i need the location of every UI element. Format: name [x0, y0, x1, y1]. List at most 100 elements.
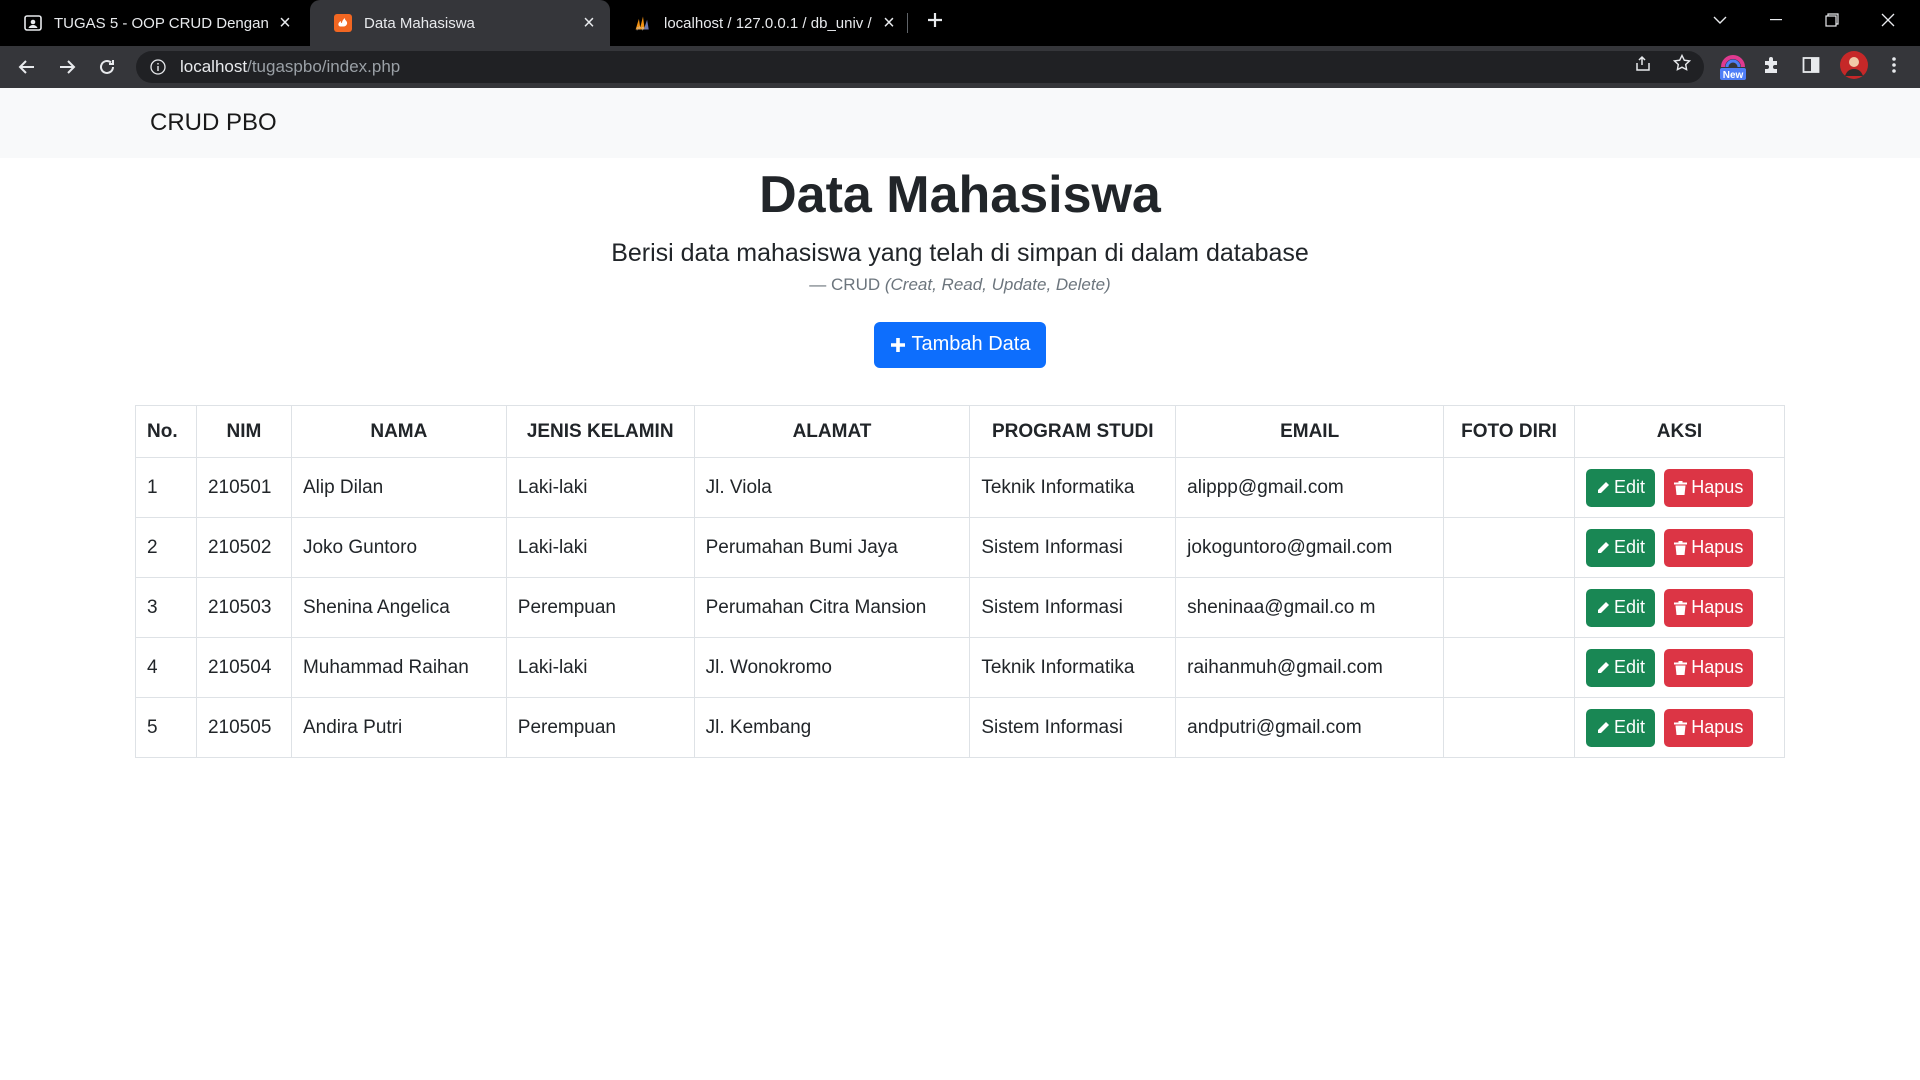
trash-icon: [1674, 540, 1688, 555]
cell-email: alippp@gmail.com: [1175, 457, 1445, 518]
svg-text:php: php: [636, 26, 644, 31]
reload-button[interactable]: [91, 51, 123, 83]
cell-program-studi: Sistem Informasi: [969, 697, 1177, 758]
cell-aksi: Edit Hapus: [1573, 517, 1786, 578]
bookmark-star-icon[interactable]: [1672, 53, 1692, 72]
delete-label: Hapus: [1691, 657, 1744, 677]
codeigniter-icon: [334, 14, 352, 32]
cell-nama: Muhammad Raihan: [290, 637, 507, 698]
tab-data-mahasiswa[interactable]: Data Mahasiswa ×: [310, 0, 610, 46]
tab-phpmyadmin[interactable]: php localhost / 127.0.0.1 / db_univ / t …: [610, 0, 910, 46]
cell-alamat: Perumahan Citra Mansion: [693, 577, 971, 638]
edit-button[interactable]: Edit: [1585, 588, 1655, 627]
navbar-brand[interactable]: CRUD PBO: [150, 109, 277, 137]
delete-button[interactable]: Hapus: [1664, 528, 1754, 567]
cell-jenis-kelamin: Perempuan: [505, 577, 695, 638]
delete-button[interactable]: Hapus: [1664, 708, 1754, 747]
edit-label: Edit: [1613, 477, 1645, 497]
table-row: 4 210504 Muhammad Raihan Laki-laki Jl. W…: [135, 637, 1786, 698]
table-row: 1 210501 Alip Dilan Laki-laki Jl. Viola …: [135, 457, 1786, 518]
cell-no: 2: [135, 517, 197, 578]
cell-aksi: Edit Hapus: [1573, 457, 1786, 518]
cell-jenis-kelamin: Laki-laki: [505, 637, 695, 698]
delete-button[interactable]: Hapus: [1664, 588, 1754, 627]
col-header-alamat: ALAMAT: [693, 405, 971, 458]
tab-tugas5[interactable]: TUGAS 5 - OOP CRUD Dengan PHP ×: [0, 0, 306, 46]
tab-title: TUGAS 5 - OOP CRUD Dengan PHP: [54, 14, 268, 32]
page-content: CRUD PBO Data Mahasiswa Berisi data maha…: [0, 88, 1920, 1080]
col-header-no: No.: [135, 405, 197, 458]
close-window-button[interactable]: [1860, 0, 1916, 40]
cell-foto-diri: [1443, 457, 1575, 518]
page-header: Data Mahasiswa Berisi data mahasiswa yan…: [0, 166, 1920, 368]
forward-button[interactable]: [51, 51, 83, 83]
cell-no: 1: [135, 457, 197, 518]
blockquote-footer: — CRUD (Creat, Read, Update, Delete): [0, 275, 1920, 295]
edit-label: Edit: [1613, 717, 1645, 737]
tab-search-button[interactable]: [1692, 0, 1748, 40]
cell-no: 4: [135, 637, 197, 698]
pencil-icon: [1597, 661, 1609, 673]
close-tab-icon[interactable]: ×: [276, 13, 294, 33]
profile-avatar[interactable]: [1840, 51, 1868, 79]
delete-button[interactable]: Hapus: [1664, 648, 1754, 687]
table-body: 1 210501 Alip Dilan Laki-laki Jl. Viola …: [135, 457, 1786, 758]
edit-label: Edit: [1613, 657, 1645, 677]
delete-label: Hapus: [1691, 537, 1744, 557]
cell-nim: 210503: [195, 577, 292, 638]
cell-alamat: Jl. Wonokromo: [693, 637, 971, 698]
cell-foto-diri: [1443, 697, 1575, 758]
edit-button[interactable]: Edit: [1585, 468, 1655, 507]
back-button[interactable]: [11, 51, 43, 83]
pencil-icon: [1597, 601, 1609, 613]
cell-aksi: Edit Hapus: [1573, 577, 1786, 638]
restore-button[interactable]: [1804, 0, 1860, 40]
col-header-nama: NAMA: [290, 405, 507, 458]
table-row: 5 210505 Andira Putri Perempuan Jl. Kemb…: [135, 697, 1786, 758]
phpmyadmin-icon: php: [634, 14, 652, 32]
delete-button[interactable]: Hapus: [1664, 468, 1754, 507]
col-header-aksi: AKSI: [1573, 405, 1786, 458]
edit-button[interactable]: Edit: [1585, 528, 1655, 567]
delete-label: Hapus: [1691, 597, 1744, 617]
cell-no: 3: [135, 577, 197, 638]
tab-title: localhost / 127.0.0.1 / db_univ / t: [664, 14, 872, 32]
extensions-puzzle-icon[interactable]: [1760, 53, 1784, 77]
address-bar[interactable]: localhost/tugaspbo/index.php: [136, 51, 1704, 83]
side-panel-icon[interactable]: [1799, 53, 1823, 77]
col-header-nim: NIM: [195, 405, 292, 458]
footer-dash: —: [809, 274, 827, 294]
trash-icon: [1674, 480, 1688, 495]
pencil-icon: [1597, 481, 1609, 493]
close-tab-icon[interactable]: ×: [580, 13, 598, 33]
edit-button[interactable]: Edit: [1585, 708, 1655, 747]
cell-nama: Andira Putri: [290, 697, 507, 758]
cell-program-studi: Teknik Informatika: [969, 457, 1177, 518]
trash-icon: [1674, 600, 1688, 615]
cell-jenis-kelamin: Laki-laki: [505, 457, 695, 518]
cell-program-studi: Sistem Informasi: [969, 577, 1177, 638]
browser-menu-icon[interactable]: [1882, 53, 1906, 77]
new-tab-button[interactable]: [921, 6, 949, 34]
col-header-jenis-kelamin: JENIS KELAMIN: [505, 405, 695, 458]
cell-alamat: Jl. Kembang: [693, 697, 971, 758]
share-icon[interactable]: [1634, 54, 1652, 72]
add-data-button[interactable]: Tambah Data: [873, 321, 1047, 368]
site-info-icon[interactable]: [150, 59, 166, 75]
new-badge-text: New: [1723, 70, 1744, 81]
edit-button[interactable]: Edit: [1585, 648, 1655, 687]
table-row: 3 210503 Shenina Angelica Perempuan Peru…: [135, 577, 1786, 638]
close-tab-icon[interactable]: ×: [880, 13, 898, 33]
cell-foto-diri: [1443, 577, 1575, 638]
footer-label: CRUD: [831, 274, 881, 294]
col-header-foto-diri: FOTO DIRI: [1443, 405, 1575, 458]
cell-nama: Joko Guntoro: [290, 517, 507, 578]
table-header-row: No. NIM NAMA JENIS KELAMIN ALAMAT PROGRA…: [135, 405, 1786, 458]
cell-email: raihanmuh@gmail.com: [1175, 637, 1445, 698]
cell-foto-diri: [1443, 517, 1575, 578]
browser-toolbar: localhost/tugaspbo/index.php New: [0, 46, 1920, 88]
edit-label: Edit: [1613, 537, 1645, 557]
url-host: localhost: [180, 57, 248, 76]
extension-new-icon[interactable]: New: [1719, 51, 1747, 81]
minimize-button[interactable]: [1748, 0, 1804, 40]
